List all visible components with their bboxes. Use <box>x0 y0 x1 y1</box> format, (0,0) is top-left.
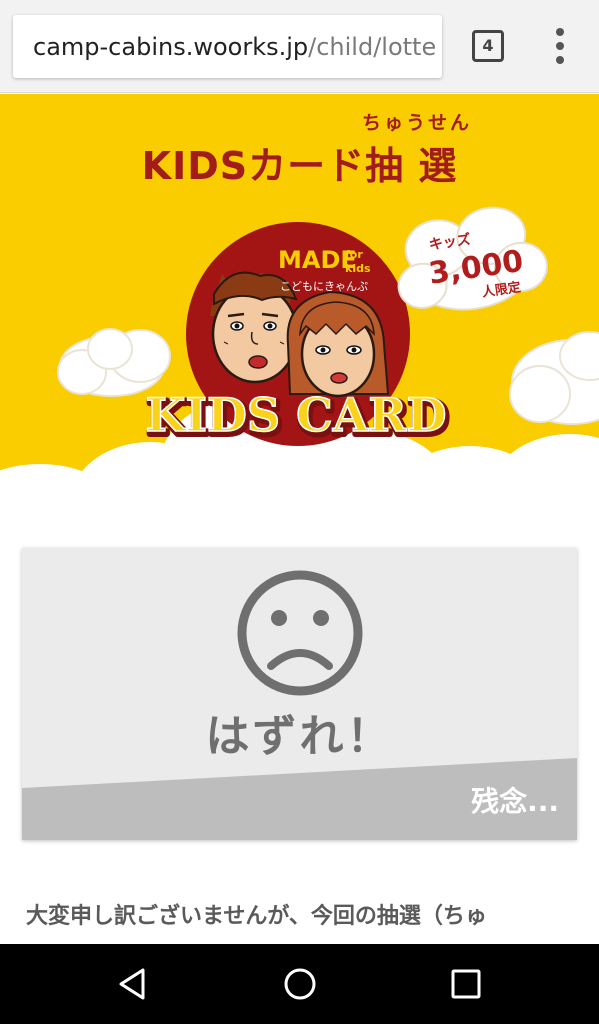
more-vert-icon[interactable] <box>545 26 575 66</box>
page-title: KIDSカード抽 選 <box>141 144 458 188</box>
kids-label: kids <box>345 262 371 275</box>
kids-card-wordmark: KIDS CARD <box>145 388 446 442</box>
url-host: camp-cabins.woorks.jp <box>33 33 309 61</box>
result-card: はずれ！ 残念... <box>22 548 577 840</box>
recents-square-icon[interactable] <box>446 964 486 1004</box>
title-ruby: ちゅうせん <box>362 112 473 134</box>
back-triangle-icon[interactable] <box>113 964 153 1004</box>
home-circle-icon[interactable] <box>280 964 320 1004</box>
system-nav-bar <box>0 944 599 1024</box>
result-subtitle: 残念... <box>471 785 559 818</box>
address-bar[interactable]: camp-cabins.woorks.jp/child/lotte <box>13 15 442 78</box>
result-message: 大変申し訳ございませんが、今回の抽選（ちゅ <box>26 904 487 929</box>
browser-toolbar: camp-cabins.woorks.jp/child/lotte 4 <box>0 0 599 93</box>
url-text[interactable]: camp-cabins.woorks.jp/child/lotte <box>33 32 436 62</box>
result-title: はずれ！ <box>205 711 394 762</box>
limited-badge: キッズ 3,000 人限定 <box>397 206 548 311</box>
sad-face-icon <box>237 570 363 696</box>
for-label: for <box>345 248 363 261</box>
tab-switcher-button[interactable]: 4 <box>472 30 504 62</box>
url-path: /child/lotte <box>308 33 437 61</box>
cloud-right <box>509 331 599 425</box>
cloud-left <box>57 328 171 397</box>
kana-label: こどもにきゃんぷ <box>280 280 368 293</box>
